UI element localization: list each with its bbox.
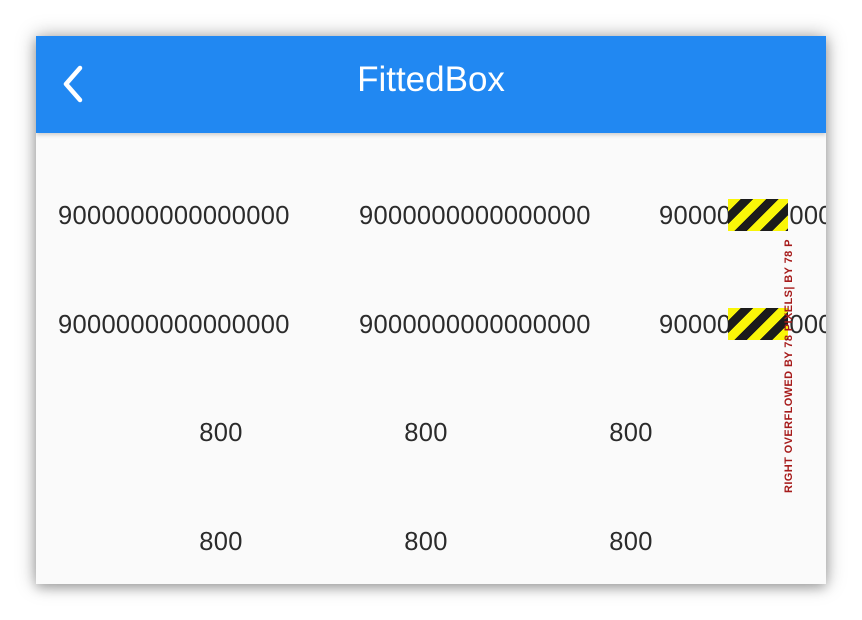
row-1-cell-2: 9000000000000000 bbox=[359, 202, 591, 230]
number-row-1: 9000000000000000 9000000000000000 900000… bbox=[36, 191, 826, 241]
row-2-cell-2: 9000000000000000 bbox=[359, 311, 591, 339]
app-bar: FittedBox bbox=[36, 36, 826, 133]
row-1-cell-1: 9000000000000000 bbox=[58, 202, 290, 230]
row-3-cell-2: 800 bbox=[404, 419, 448, 447]
number-row-3: 800 800 800 bbox=[36, 408, 826, 458]
row-2-cell-1: 9000000000000000 bbox=[58, 311, 290, 339]
overflow-warning-label: RIGHT OVERFLOWED BY 78 PIXELS| BY 78 P bbox=[783, 239, 795, 493]
number-row-2: 9000000000000000 9000000000000000 900000… bbox=[36, 300, 826, 350]
row-3-cell-1: 800 bbox=[199, 419, 243, 447]
row-3-cell-3: 800 bbox=[609, 419, 653, 447]
page-title: FittedBox bbox=[357, 60, 505, 99]
row-4-cell-1: 800 bbox=[199, 528, 243, 556]
overflow-indicator-stripe bbox=[728, 308, 788, 340]
row-4-cell-2: 800 bbox=[404, 528, 448, 556]
row-4-cell-3: 800 bbox=[609, 528, 653, 556]
overflow-indicator-stripe bbox=[728, 199, 788, 231]
phone-screen: FittedBox 9000000000000000 9000000000000… bbox=[36, 36, 826, 584]
number-row-4: 800 800 800 bbox=[36, 517, 826, 567]
content-area: 9000000000000000 9000000000000000 900000… bbox=[36, 133, 826, 584]
